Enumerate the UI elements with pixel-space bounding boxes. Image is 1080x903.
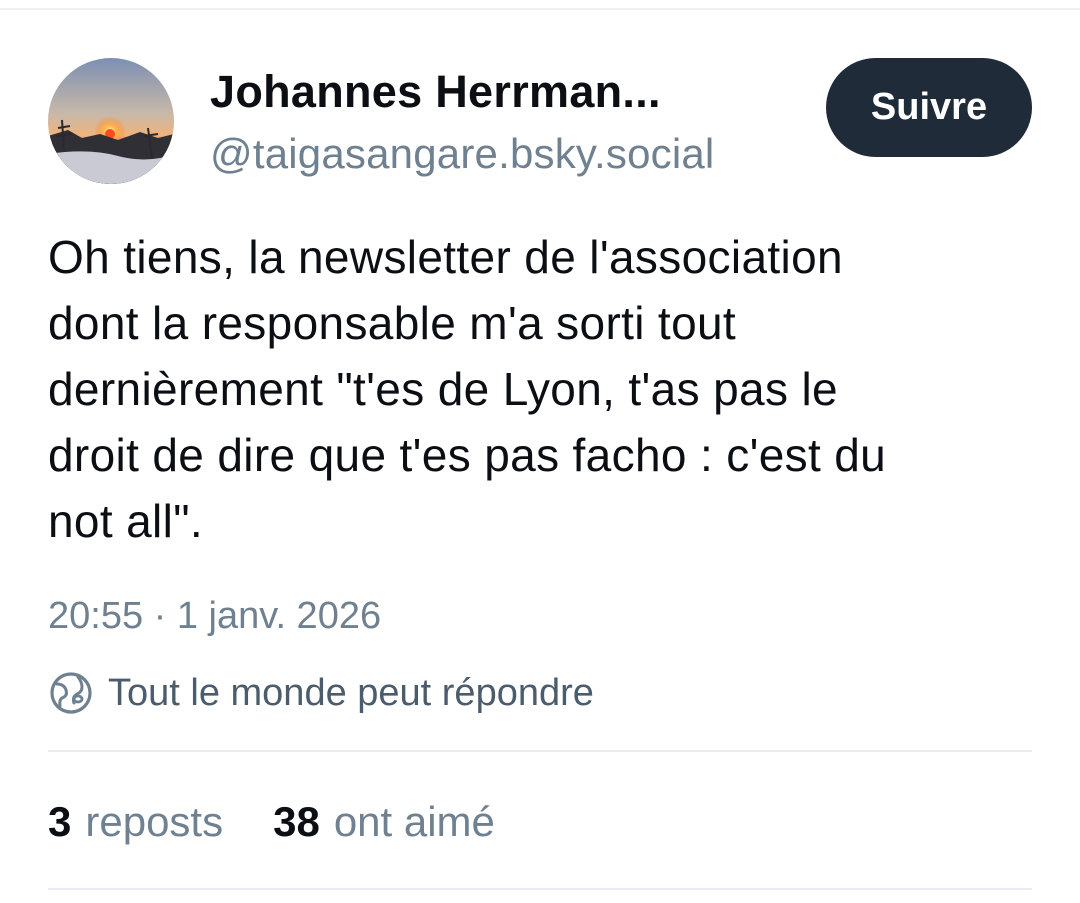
reposts-stat[interactable]: 3 reposts [48, 798, 223, 846]
divider [48, 750, 1032, 752]
post-text-line: droit de dire que t'es pas facho : c'est… [48, 429, 887, 481]
post-text-line: Oh tiens, la newsletter de l'association [48, 231, 843, 283]
follow-button[interactable]: Suivre [826, 58, 1032, 157]
post-stats: 3 reposts 38 ont aimé [48, 798, 495, 846]
likes-count: 38 [273, 798, 320, 845]
post-timestamp[interactable]: 20:55 · 1 janv. 2026 [48, 595, 381, 638]
reposts-label: reposts [85, 798, 224, 845]
avatar[interactable] [48, 58, 174, 184]
top-divider [0, 8, 1080, 10]
reply-setting: Tout le monde peut répondre [48, 668, 594, 718]
reply-setting-label: Tout le monde peut répondre [108, 671, 594, 714]
author-display-name[interactable]: Johannes Herrman... [210, 66, 661, 118]
avatar-sunset-image [48, 58, 174, 184]
post-text-line: dernièrement "t'es de Lyon, t'as pas le [48, 363, 838, 415]
reposts-count: 3 [48, 798, 72, 845]
likes-stat[interactable]: 38 ont aimé [273, 798, 495, 846]
post-text: Oh tiens, la newsletter de l'association… [48, 224, 1048, 554]
post-text-line: not all". [48, 495, 204, 547]
author-handle[interactable]: @taigasangare.bsky.social [210, 130, 714, 178]
divider [48, 888, 1032, 890]
post-text-line: dont la responsable m'a sorti tout [48, 297, 737, 349]
globe-icon [48, 670, 94, 716]
likes-label: ont aimé [333, 798, 495, 845]
